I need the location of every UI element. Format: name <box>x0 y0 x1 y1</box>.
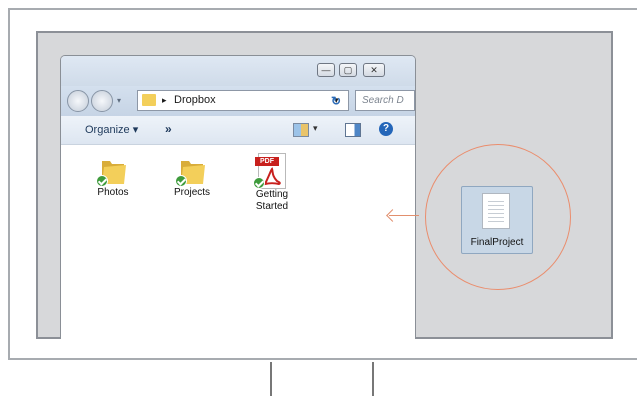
refresh-icon[interactable]: ↻ <box>331 94 341 108</box>
view-icon[interactable] <box>293 123 309 137</box>
explorer-window: — ▢ ✕ ▾ ▸ Dropbox ▾ ↻ Search D Organize … <box>60 55 416 339</box>
organize-caret-icon: ▾ <box>132 124 139 136</box>
forward-icon[interactable] <box>91 90 113 112</box>
view-dropdown-icon[interactable]: ▾ <box>313 123 318 134</box>
history-dropdown-icon[interactable]: ▾ <box>117 96 121 105</box>
monitor-stand-right <box>372 362 374 396</box>
file-list: Photos Projects PDF Getting Started <box>61 145 415 339</box>
pdf-icon: PDF <box>253 153 286 189</box>
dragged-file-label: FinalProject <box>470 237 524 248</box>
minimize-button[interactable]: — <box>317 63 335 77</box>
folder-icon <box>142 94 156 106</box>
back-icon[interactable] <box>67 90 89 112</box>
breadcrumb-separator: ▸ <box>162 95 167 105</box>
document-icon <box>482 193 510 229</box>
sync-check-icon <box>96 175 108 187</box>
window-titlebar[interactable]: — ▢ ✕ <box>61 56 415 86</box>
close-button[interactable]: ✕ <box>363 63 385 77</box>
search-input[interactable]: Search D <box>355 90 415 111</box>
pdf-badge: PDF <box>255 157 279 166</box>
sync-check-icon <box>175 175 187 187</box>
breadcrumb-dropbox[interactable]: Dropbox <box>174 91 216 110</box>
item-label: Getting Started <box>255 189 289 212</box>
folder-icon <box>175 155 207 187</box>
dragged-file-finalproject[interactable]: FinalProject <box>461 186 533 254</box>
folder-item-photos[interactable]: Photos <box>83 155 143 199</box>
item-label: Projects <box>173 187 211 198</box>
organize-button[interactable]: Organize ▾ <box>85 123 138 136</box>
maximize-button[interactable]: ▢ <box>339 63 357 77</box>
item-label: Photos <box>97 187 129 198</box>
toolbar-more-button[interactable]: » <box>165 122 172 136</box>
help-icon[interactable]: ? <box>379 122 393 136</box>
sync-check-icon <box>253 177 265 189</box>
monitor-stand-left <box>270 362 272 396</box>
folder-item-projects[interactable]: Projects <box>162 155 222 199</box>
command-toolbar: Organize ▾ » ▾ ? <box>61 116 415 145</box>
folder-icon <box>96 155 128 187</box>
file-item-getting-started[interactable]: PDF Getting Started <box>242 153 302 213</box>
navigation-bar: ▾ ▸ Dropbox ▾ ↻ Search D <box>61 86 415 116</box>
preview-pane-icon[interactable] <box>345 123 361 137</box>
organize-label: Organize <box>85 124 130 136</box>
address-bar[interactable]: ▸ Dropbox ▾ <box>137 90 349 111</box>
